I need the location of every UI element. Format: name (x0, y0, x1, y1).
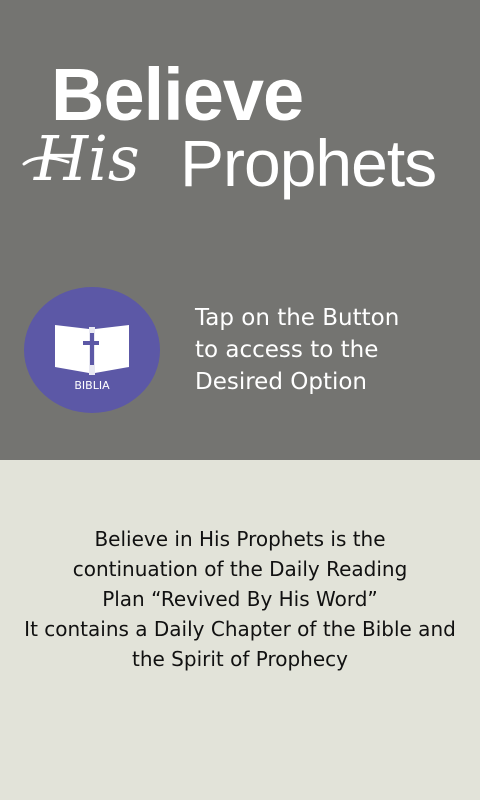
logo-word-believe: Believe (51, 53, 304, 136)
instructions-line: Tap on the Button (195, 305, 400, 331)
logo-word-prophets: Prophets (180, 126, 437, 200)
description-line: Plan “Revived By His Word” (102, 587, 378, 611)
open-bible-cross-icon (55, 325, 129, 375)
header-panel: Believe His Prophets BIBLIA Tap on the B… (0, 0, 480, 460)
bible-button[interactable]: BIBLIA (24, 287, 160, 413)
instructions-line: Desired Option (195, 369, 368, 395)
description-line: continuation of the Daily Reading (72, 557, 408, 581)
app-description: Believe in His Prophets is the continuat… (0, 524, 480, 674)
bible-button-label: BIBLIA (74, 379, 110, 392)
instructions-text: Tap on the Button to access to the Desir… (195, 302, 465, 398)
instructions-line: to access to the (195, 337, 379, 363)
description-line: the Spirit of Prophecy (132, 647, 348, 671)
logo-word-his: His (34, 122, 140, 195)
description-line: It contains a Daily Chapter of the Bible… (24, 617, 456, 641)
app-logo: Believe His Prophets (0, 0, 480, 230)
description-line: Believe in His Prophets is the (94, 527, 386, 551)
